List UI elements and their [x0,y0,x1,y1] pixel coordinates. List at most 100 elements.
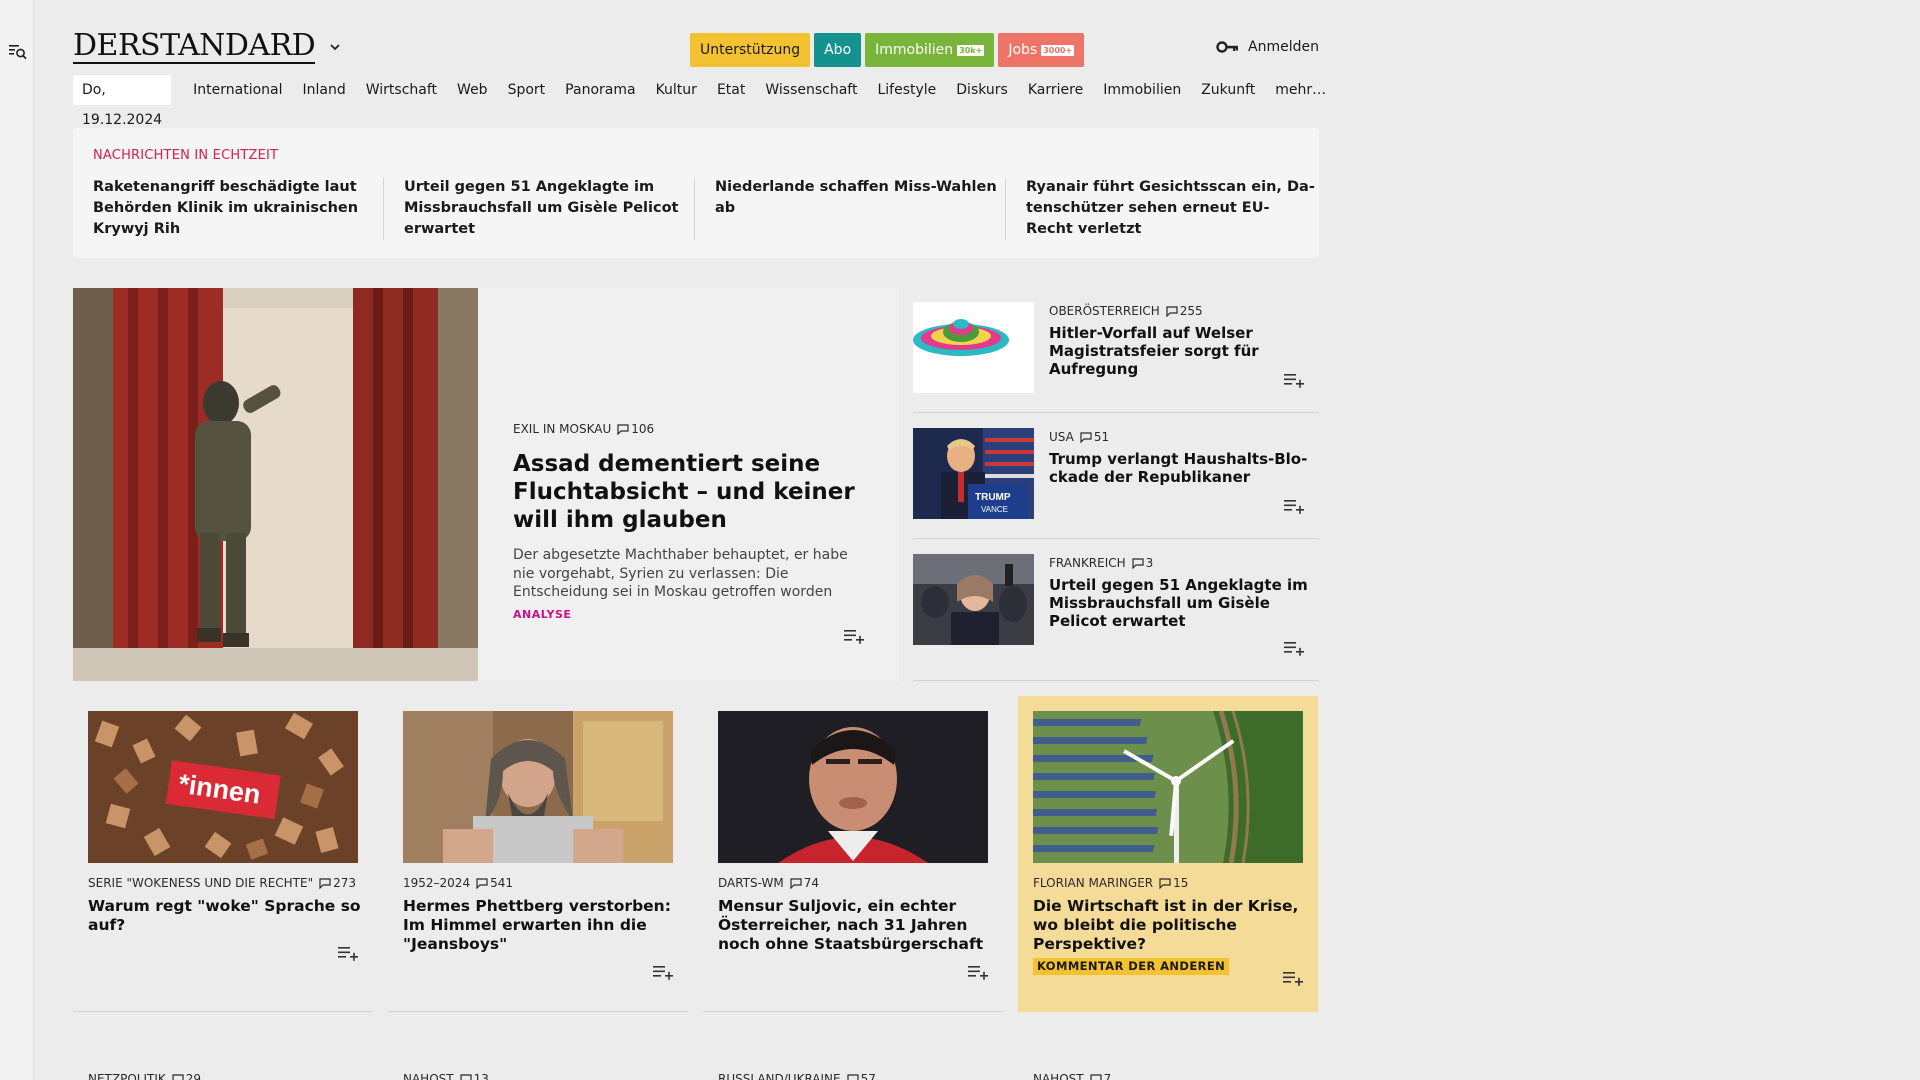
card-kicker: DARTS-WM 74 [718,876,993,890]
jobs-button[interactable]: Jobs 3000+ [998,33,1085,67]
nav-item-more[interactable]: mehr… [1265,82,1336,98]
comment-count-value: 106 [631,422,655,436]
ticker-divider [383,178,384,240]
lead-story[interactable]: EXIL IN MOSKAU 106 Assad dementiert sein… [73,288,899,681]
side-story[interactable]: FRANKREICH 3 Urteil gegen 51 Angeklagte … [913,540,1319,681]
nav-item-etat[interactable]: Etat [707,82,755,98]
add-to-playlist-icon[interactable] [337,945,359,961]
story-card-body: 1952–2024 541 Hermes Phettberg verstorbe… [403,876,678,954]
side-story-title[interactable]: Trump verlangt Haushalts-Blo­ckade der R… [1049,450,1309,486]
comment-icon [476,877,488,889]
logo-text: DERSTANDARD [73,28,316,64]
nav-item-international[interactable]: International [183,82,292,98]
add-to-playlist-icon[interactable] [1283,498,1305,514]
next-kicker-text: NAHOST [403,1072,454,1080]
nav-item-karriere[interactable]: Karriere [1018,82,1093,98]
lead-title[interactable]: Assad dementiert seine Fluchtabsicht – u… [513,450,873,534]
ticker-item[interactable]: Raketenangriff beschädigte laut Be­hörde… [93,177,383,240]
live-news-ticker: NACHRICHTEN IN ECHTZEIT Raketenangriff b… [73,128,1319,258]
nav-item-diskurs[interactable]: Diskurs [946,82,1018,98]
ticker-item[interactable]: Ryanair führt Gesichtsscan ein, Da­tensc… [1026,177,1316,240]
comment-count-value: 13 [473,1072,489,1080]
side-story-image[interactable] [913,302,1034,393]
ticker-item[interactable]: Urteil gegen 51 Angeklagte im Miss­brauc… [404,177,694,240]
comment-icon [1159,877,1171,889]
side-story-title[interactable]: Urteil gegen 51 Angeklagte im Missbrauch… [1049,576,1309,630]
nav-item-wirtschaft[interactable]: Wirtschaft [356,82,447,98]
comment-count[interactable]: 106 [617,422,654,436]
add-to-playlist-icon[interactable] [1282,970,1304,986]
side-story-body: OBERÖSTERREICH 255 Hitler-Vorfall auf We… [1049,304,1309,378]
story-card-image[interactable]: *innen [88,711,358,863]
ticker-item[interactable]: Niederlande schaffen Miss-Wahlen ab [715,177,1005,219]
login-button[interactable]: Anmelden [1216,39,1319,55]
story-card[interactable]: DARTS-WM 74 Mensur Suljovic, ein echter … [703,696,1003,1012]
comment-count[interactable]: 541 [476,876,513,890]
abo-button[interactable]: Abo [814,33,862,67]
add-to-playlist-icon[interactable] [967,964,989,980]
comment-icon [790,877,802,889]
comment-count[interactable]: 13 [460,1072,489,1080]
logo[interactable]: DERSTANDARD [73,30,341,64]
side-kicker-text: USA [1049,430,1074,444]
comment-count-value: 15 [1173,876,1189,890]
nav-item-lifestyle[interactable]: Lifestyle [867,82,946,98]
story-card-commentary[interactable]: FLORIAN MARINGER 15 Die Wirtschaft ist i… [1018,696,1318,1012]
nav-item-zukunft[interactable]: Zukunft [1191,82,1265,98]
side-story[interactable]: OBERÖSTERREICH 255 Hitler-Vorfall auf We… [913,288,1319,413]
nav-item-sport[interactable]: Sport [498,82,556,98]
nav-item-wissenschaft[interactable]: Wissenschaft [755,82,867,98]
comment-count[interactable]: 51 [1080,430,1109,444]
comment-count[interactable]: 255 [1166,304,1203,318]
story-card-image[interactable] [718,711,988,863]
lead-kicker: EXIL IN MOSKAU 106 [513,422,873,436]
story-card-body: DARTS-WM 74 Mensur Suljovic, ein echter … [718,876,993,954]
comment-count[interactable]: 74 [790,876,819,890]
add-to-playlist-icon[interactable] [843,628,865,644]
immobilien-badge: 30k+ [957,44,985,56]
support-button[interactable]: Unterstützung [690,33,811,67]
nav-item-immobilien[interactable]: Immobilien [1093,82,1191,98]
lead-story-image[interactable] [73,288,478,681]
add-to-playlist-icon[interactable] [1283,372,1305,388]
nav-item-kultur[interactable]: Kultur [646,82,707,98]
side-kicker-text: OBERÖSTERREICH [1049,304,1160,318]
story-card-title[interactable]: Mensur Suljovic, ein echter Österreicher… [718,897,993,954]
story-card[interactable]: *innen SERIE "WOKENESS UND DIE RECHTE" 2… [73,696,373,1012]
chevron-down-icon[interactable] [329,41,341,53]
nav-item-inland[interactable]: Inland [293,82,356,98]
side-story[interactable]: TRUMP VANCE USA 51 Trump verlangt Haushal… [913,414,1319,539]
comment-icon [1132,557,1144,569]
card-kicker-text: SERIE "WOKENESS UND DIE RECHTE" [88,876,314,890]
story-card-title[interactable]: Die Wirtschaft ist in der Krise, wo blei… [1033,897,1308,954]
nav-item-panorama[interactable]: Panorama [555,82,645,98]
comment-count[interactable]: 3 [1132,556,1153,570]
add-to-playlist-icon[interactable] [1283,640,1305,656]
login-label: Anmelden [1248,39,1319,55]
comment-icon [460,1073,472,1080]
side-kicker: OBERÖSTERREICH 255 [1049,304,1309,318]
side-story-title[interactable]: Hitler-Vorfall auf Welser Magis­tratsfei… [1049,324,1309,378]
support-label: Unterstützung [700,42,801,58]
add-to-playlist-icon[interactable] [652,964,674,980]
story-card-title[interactable]: Hermes Phettberg verstorben: Im Himmel e… [403,897,678,954]
immobilien-button[interactable]: Immobilien 30k+ [865,33,995,67]
story-card-title[interactable]: Warum regt "woke" Sprache so auf? [88,897,363,935]
side-story-image[interactable] [913,554,1034,645]
menu-search-icon[interactable] [8,42,28,62]
comment-count[interactable]: 15 [1159,876,1188,890]
comment-count[interactable]: 7 [1090,1072,1111,1080]
key-icon [1216,41,1239,53]
lead-kicker-text: EXIL IN MOSKAU [513,422,612,436]
comment-count[interactable]: 57 [847,1072,876,1080]
comment-count[interactable]: 29 [172,1072,201,1080]
nav-item-web[interactable]: Web [447,82,498,98]
story-card[interactable]: 1952–2024 541 Hermes Phettberg verstorbe… [388,696,688,1012]
comment-count[interactable]: 273 [319,876,356,890]
side-story-image[interactable]: TRUMP VANCE [913,428,1034,519]
story-card-image[interactable] [403,711,673,863]
jobs-label: Jobs [1008,42,1038,58]
story-card-image[interactable] [1033,711,1303,863]
next-kicker-text: NETZPOLITIK [88,1072,166,1080]
card-kicker-text: FLORIAN MARINGER [1033,876,1154,890]
